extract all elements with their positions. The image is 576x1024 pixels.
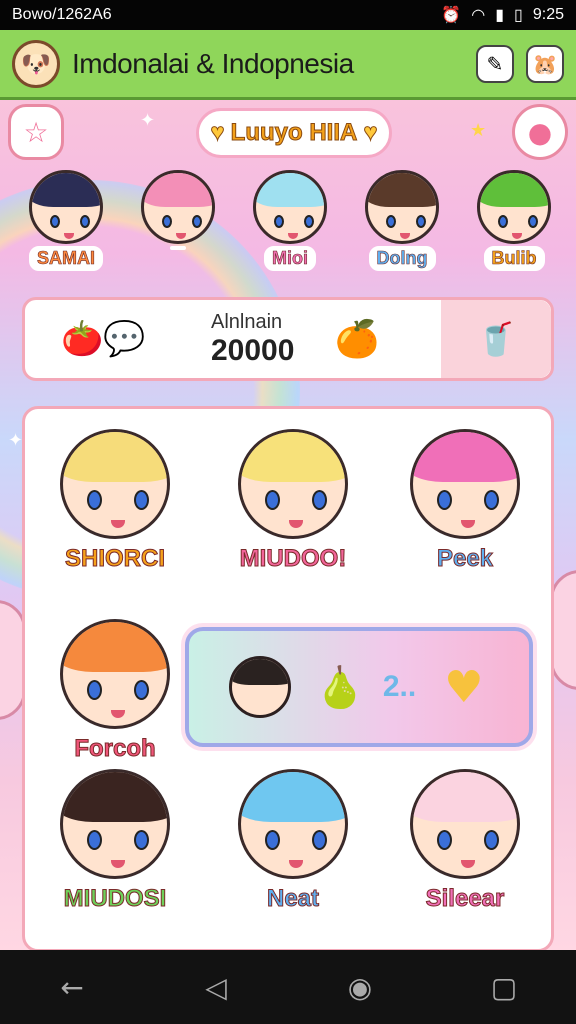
character-row: SAMAI Mioi Dolng Bulib bbox=[20, 170, 560, 280]
juice-glass-icon: 🥤 bbox=[476, 320, 516, 358]
grid-character-item[interactable]: Sileear bbox=[385, 769, 545, 913]
orange-fruit-icon: 🍊 bbox=[334, 319, 380, 360]
character-chip[interactable]: Bulib bbox=[468, 170, 560, 280]
promo-character-avatar bbox=[229, 656, 291, 718]
home-circle-icon[interactable]: ◉ bbox=[340, 967, 380, 1007]
character-avatar bbox=[410, 429, 520, 539]
promo-card[interactable]: 🍐 2.. ♥ bbox=[185, 627, 533, 747]
character-label: Neat bbox=[258, 885, 328, 913]
wifi-icon: ◠ bbox=[471, 7, 486, 24]
character-avatar bbox=[238, 429, 348, 539]
character-avatar bbox=[60, 769, 170, 879]
character-chip[interactable]: Dolng bbox=[356, 170, 448, 280]
status-left-text: Bowo/1262A6 bbox=[12, 6, 112, 23]
heart-icon: ♥ bbox=[363, 119, 378, 147]
system-nav-bar: ← ◁ ◉ ▢ bbox=[0, 950, 576, 1024]
character-avatar bbox=[477, 170, 551, 244]
character-avatar bbox=[60, 619, 170, 729]
character-chip[interactable] bbox=[132, 170, 224, 280]
grid-character-item[interactable]: Neat bbox=[213, 769, 373, 913]
status-time: 9:25 bbox=[532, 6, 564, 23]
summary-name: Alnlnain bbox=[211, 310, 283, 333]
main-content: ✦ ★ ✦ ☆ ● ♥ Luuyo HIIA ♥ SAMAI Mioi Doln… bbox=[0, 100, 576, 950]
favorite-star-button[interactable]: ☆ bbox=[8, 104, 64, 160]
chat-bubble-button[interactable]: ● bbox=[512, 104, 568, 160]
profile-button[interactable]: 🐹 bbox=[526, 44, 564, 83]
sparkle-icon: ✦ bbox=[140, 110, 156, 131]
sparkle-icon: ✦ bbox=[8, 430, 24, 451]
triangle-back-icon[interactable]: ◁ bbox=[196, 967, 236, 1007]
summary-card[interactable]: 🍅💬 Alnlnain 20000 🍊 🥤 bbox=[22, 297, 554, 381]
recent-square-icon[interactable]: ▢ bbox=[484, 967, 524, 1007]
star-icon: ★ bbox=[470, 120, 487, 141]
alarm-icon: ⏰ bbox=[441, 7, 462, 24]
status-bar: Bowo/1262A6 ⏰ ◠ ▮ ▯ 9:25 bbox=[0, 0, 576, 30]
grid-character-item[interactable]: MIUDOSI bbox=[35, 769, 195, 913]
character-avatar bbox=[141, 170, 215, 244]
character-avatar bbox=[365, 170, 439, 244]
hearts-icon: ♥ bbox=[444, 661, 484, 713]
grid-character-item[interactable]: Peek bbox=[385, 429, 545, 573]
character-avatar bbox=[238, 769, 348, 879]
character-avatar bbox=[253, 170, 327, 244]
promo-value: 2.. bbox=[382, 670, 417, 703]
character-label: Forcoh bbox=[66, 735, 164, 763]
grid-character-item[interactable]: Forcoh bbox=[35, 619, 195, 763]
character-avatar bbox=[410, 769, 520, 879]
character-label: SAMAI bbox=[29, 246, 103, 271]
drink-button[interactable]: 🥤 bbox=[441, 300, 551, 378]
pear-icon: 🍐 bbox=[315, 664, 365, 711]
character-chip[interactable]: SAMAI bbox=[20, 170, 112, 280]
balloon-icon: ● bbox=[527, 115, 553, 149]
character-grid: 🍐 2.. ♥ SHIORCI MIUDOO! Peek Forcoh MIUD… bbox=[22, 406, 554, 950]
character-chip[interactable]: Mioi bbox=[244, 170, 336, 280]
puppy-avatar-icon[interactable]: 🐶 bbox=[12, 39, 60, 88]
app-title: Imdonalai & Indopnesia bbox=[72, 47, 354, 79]
character-label: Mioi bbox=[264, 246, 316, 271]
heart-icon: ♥ bbox=[210, 119, 225, 147]
hamster-icon: 🐹 bbox=[532, 51, 558, 76]
summary-amount: 20000 bbox=[211, 333, 295, 367]
character-label: MIUDOSI bbox=[55, 885, 175, 913]
character-label: Dolng bbox=[368, 246, 436, 271]
status-icons: ⏰ ◠ ▮ ▯ 9:25 bbox=[441, 5, 564, 25]
character-label: Sileear bbox=[417, 885, 513, 913]
edit-icon: ✎ bbox=[486, 51, 504, 76]
signal-icon: ▮ bbox=[495, 7, 505, 24]
grid-character-item[interactable]: SHIORCI bbox=[35, 429, 195, 573]
character-label: MIUDOO! bbox=[231, 545, 355, 573]
character-avatar bbox=[60, 429, 170, 539]
character-label: SHIORCI bbox=[56, 545, 173, 573]
banner-title: Luuyo HIIA bbox=[230, 119, 358, 147]
battery-icon: ▯ bbox=[514, 7, 523, 24]
character-label: Peek bbox=[428, 545, 502, 573]
character-label: Bulib bbox=[483, 246, 545, 271]
edit-button[interactable]: ✎ bbox=[476, 44, 514, 83]
grid-character-item[interactable]: MIUDOO! bbox=[213, 429, 373, 573]
character-avatar bbox=[29, 170, 103, 244]
character-label bbox=[170, 246, 186, 250]
buddies-icon: 🍅💬 bbox=[61, 319, 146, 359]
event-banner[interactable]: ♥ Luuyo HIIA ♥ bbox=[196, 108, 392, 158]
back-arrow-icon[interactable]: ← bbox=[52, 967, 92, 1007]
app-bar: 🐶 Imdonalai & Indopnesia ✎ 🐹 bbox=[0, 30, 576, 100]
star-icon: ☆ bbox=[23, 115, 49, 149]
